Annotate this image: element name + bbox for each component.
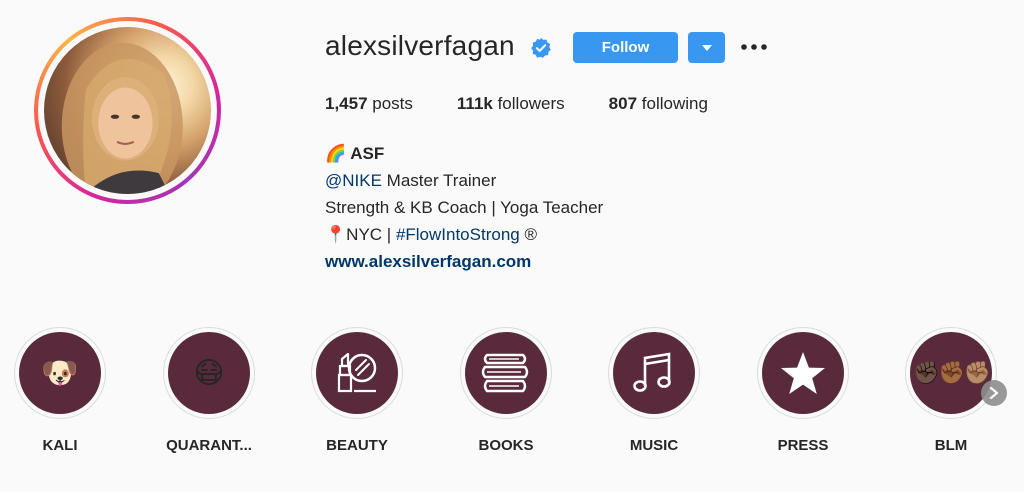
chevron-right-icon <box>989 387 999 399</box>
highlights-next-button[interactable] <box>981 380 1007 406</box>
highlight-label: QUARANT... <box>166 437 252 454</box>
star-icon <box>781 352 825 394</box>
highlight-music[interactable]: MUSIC <box>608 327 700 454</box>
nike-mention-link[interactable]: @NIKE <box>325 171 382 190</box>
followers-stat[interactable]: 111k followers <box>457 94 565 114</box>
lipstick-mirror-icon <box>337 352 377 393</box>
followers-label: followers <box>492 94 565 113</box>
highlight-kali[interactable]: 🐶 KALI <box>14 327 106 454</box>
raised-fists-emoji-icon: ✊🏿✊🏾✊🏽 <box>912 360 991 385</box>
suggested-accounts-dropdown-button[interactable] <box>688 32 725 63</box>
profile-stats: 1,457 posts 111k followers 807 following <box>325 94 752 114</box>
caret-down-icon <box>701 45 712 51</box>
followers-count: 111k <box>456 94 493 113</box>
bio-line-1-text: Master Trainer <box>381 171 497 190</box>
profile-username: alexsilverfagan <box>325 30 515 61</box>
bio-line-3: 📍NYC | #FlowIntoStrong ® <box>325 221 603 248</box>
registered-mark: ® <box>519 225 537 244</box>
profile-avatar[interactable] <box>34 17 221 204</box>
avatar-portrait-image <box>61 42 183 194</box>
rainbow-emoji-icon: 🌈 <box>325 144 347 163</box>
more-options-icon[interactable] <box>740 38 768 56</box>
avatar-photo <box>44 27 211 194</box>
bio-line-1: @NIKE Master Trainer <box>325 167 603 194</box>
hashtag-link[interactable]: #FlowIntoStrong <box>396 225 520 244</box>
profile-bio: 🌈 ASF @NIKE Master Trainer Strength & KB… <box>325 140 603 275</box>
pin-emoji-icon: 📍 <box>325 225 347 244</box>
profile-page: alexsilverfagan Follow 1,457 posts 111k … <box>0 0 1024 492</box>
highlight-press[interactable]: PRESS <box>757 327 849 454</box>
posts-label: posts <box>367 94 413 113</box>
highlight-label: PRESS <box>777 437 829 454</box>
following-stat[interactable]: 807 following <box>609 94 708 114</box>
highlight-label: MUSIC <box>629 437 679 454</box>
bio-city: NYC | <box>346 225 396 244</box>
highlight-label: BOOKS <box>478 437 534 454</box>
music-note-icon <box>633 352 671 392</box>
books-icon <box>481 353 529 393</box>
bio-full-name: ASF <box>350 144 385 163</box>
highlight-label: BEAUTY <box>326 437 388 454</box>
following-count: 807 <box>608 94 638 113</box>
posts-count: 1,457 <box>325 94 368 113</box>
highlight-blm[interactable]: ✊🏿✊🏾✊🏽 BLM <box>905 327 997 454</box>
highlight-label: KALI <box>42 437 78 454</box>
posts-stat: 1,457 posts <box>325 94 413 114</box>
highlight-books[interactable]: BOOKS <box>460 327 552 454</box>
following-label: following <box>637 94 708 113</box>
highlight-beauty[interactable]: BEAUTY <box>311 327 403 454</box>
bio-line-2: Strength & KB Coach | Yoga Teacher <box>325 198 604 217</box>
dog-emoji-icon: 🐶 <box>41 356 79 390</box>
website-link[interactable]: www.alexsilverfagan.com <box>325 248 603 275</box>
mask-face-emoji-icon: 😷 <box>193 356 225 390</box>
highlight-label: BLM <box>934 437 968 454</box>
follow-button[interactable]: Follow <box>573 32 678 63</box>
highlight-quarantine[interactable]: 😷 QUARANT... <box>163 327 255 454</box>
verified-badge-icon <box>531 37 551 58</box>
bio-name-line: 🌈 ASF <box>325 140 603 167</box>
